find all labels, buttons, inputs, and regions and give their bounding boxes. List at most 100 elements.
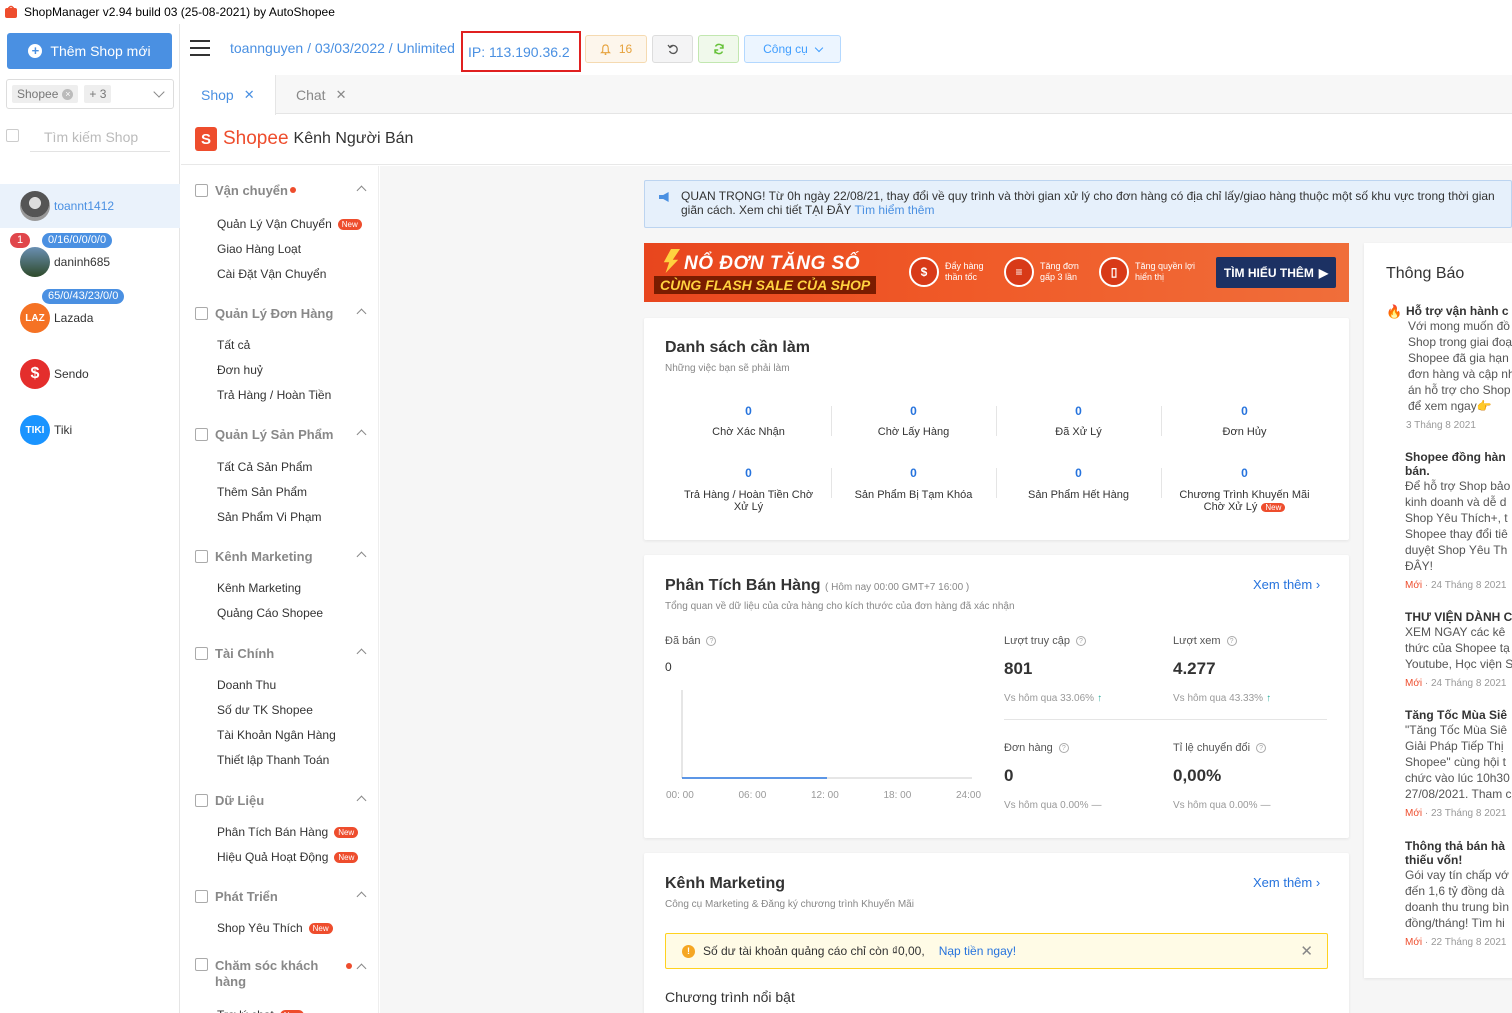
nav-group-header[interactable]: Dữ Liệu <box>195 790 367 810</box>
nav-item[interactable]: Kênh Marketing <box>217 581 301 595</box>
todo-item[interactable]: 0 Trả Hàng / Hoàn Tiền Chờ Xử Lý <box>666 466 831 513</box>
window-title: ShopManager v2.94 build 03 (25-08-2021) … <box>24 5 335 19</box>
nav-item[interactable]: Hiệu Quả Hoạt Động New <box>217 850 359 864</box>
nav-group-header[interactable]: Tài Chính <box>195 643 367 663</box>
todo-item[interactable]: 0 Đơn Hủy <box>1162 404 1327 438</box>
nav-item[interactable]: Doanh Thu <box>217 678 276 692</box>
account-item-toannt1412[interactable]: toannt1412 <box>0 184 180 228</box>
select-all-checkbox[interactable] <box>6 129 19 142</box>
nav-item[interactable]: Trợ lý chat New <box>217 1008 304 1013</box>
learn-more-button[interactable]: TÌM HIỂU THÊM ▶ <box>1216 257 1336 288</box>
chip-close-icon[interactable]: × <box>62 88 74 100</box>
marketing-card: Kênh Marketing Công cụ Marketing & Đăng … <box>644 853 1349 1013</box>
nav-item[interactable]: Số dư TK Shopee <box>217 703 313 717</box>
nav-group-header[interactable]: Vận chuyển <box>195 180 367 200</box>
tools-dropdown[interactable]: Công cụ <box>744 35 841 63</box>
close-icon[interactable]: ✕ <box>1300 942 1313 960</box>
nav-item[interactable]: Tài Khoản Ngân Hàng <box>217 728 336 742</box>
metric-value: 4.277 <box>1173 659 1216 678</box>
nav-item-label: Số dư TK Shopee <box>217 703 313 717</box>
window-title-bar: ShopManager v2.94 build 03 (25-08-2021) … <box>0 0 1512 24</box>
help-icon[interactable]: ? <box>1058 743 1069 754</box>
nav-group-header[interactable]: Quản Lý Đơn Hàng <box>195 303 367 323</box>
announcement-body-line: kinh doanh và dễ d <box>1405 495 1507 509</box>
todo-item[interactable]: 0 Sản Phẩm Bị Tạm Khóa <box>831 466 996 501</box>
announcement-item[interactable]: THƯ VIỆN DÀNH C XEM NGAY các kê thức của S… <box>1405 610 1512 692</box>
tab-chat[interactable]: Chat ✕ <box>276 75 366 114</box>
chevron-up-icon[interactable] <box>356 429 367 440</box>
nav-item[interactable]: Tất cả <box>217 338 250 352</box>
announcement-body-line: Youtube, Học viện S <box>1405 657 1512 671</box>
platform-select[interactable]: Shopee × + 3 <box>6 79 174 109</box>
help-icon[interactable]: ? <box>1226 636 1237 647</box>
help-icon[interactable]: ? <box>706 636 717 647</box>
nav-item[interactable]: Sản Phẩm Vi Phạm <box>217 510 322 524</box>
todo-desc: Những việc bạn sẽ phải làm <box>665 363 790 374</box>
tab-shop[interactable]: Shop ✕ <box>181 75 276 115</box>
nav-item[interactable]: Quảng Cáo Shopee <box>217 606 323 620</box>
chevron-up-icon[interactable] <box>356 551 367 562</box>
notice-link[interactable]: Tìm hiểm thêm <box>854 203 934 217</box>
metric-compare-text: Vs hôm qua 33.06% <box>1004 693 1095 704</box>
nav-item[interactable]: Phân Tích Bán Hàng New <box>217 825 359 839</box>
account-item-daninh685[interactable]: daninh685 <box>0 240 180 284</box>
chevron-up-icon[interactable] <box>356 185 367 196</box>
nav-group-header[interactable]: Kênh Marketing <box>195 546 367 566</box>
nav-item[interactable]: Tất Cả Sản Phẩm <box>217 460 312 474</box>
close-icon[interactable]: ✕ <box>336 87 347 103</box>
close-icon[interactable]: ✕ <box>244 87 255 103</box>
nav-group-title: Kênh Marketing <box>215 548 313 564</box>
announcement-item[interactable]: Thông thả bán hà thiếu vốn! Gói vay tín c… <box>1405 839 1512 951</box>
chevron-up-icon[interactable] <box>356 795 367 806</box>
todo-item[interactable]: 0 Sản Phẩm Hết Hàng <box>996 466 1161 501</box>
platform-chip[interactable]: Shopee × <box>12 85 79 103</box>
nav-group-header[interactable]: Chăm sóc khách hàng <box>195 958 367 992</box>
notifications-button[interactable]: 16 <box>585 35 647 63</box>
menu-icon[interactable] <box>190 40 210 56</box>
nav-item[interactable]: Cài Đặt Vận Chuyển <box>217 267 326 281</box>
nav-item[interactable]: Đơn huỷ <box>217 363 263 377</box>
chevron-up-icon[interactable] <box>356 308 367 319</box>
announcement-item[interactable]: Tăng Tốc Mùa Siê "Tăng Tốc Mùa Siê Giải Ph… <box>1405 708 1512 822</box>
announcement-item[interactable]: Hỗ trợ vận hành c Với mong muốn đồ Shop tr… <box>1406 304 1512 434</box>
help-icon[interactable]: ? <box>1256 743 1267 754</box>
add-shop-button[interactable]: + Thêm Shop mới <box>7 33 172 69</box>
todo-item[interactable]: 0 Chờ Lấy Hàng <box>831 404 996 438</box>
nav-item[interactable]: Trả Hàng / Hoàn Tiền <box>217 388 331 402</box>
shopping-bag-icon: $ <box>909 257 939 287</box>
announcement-item[interactable]: Shopee đồng hàn bán. Để hỗ trợ Shop bảo ki… <box>1405 450 1512 594</box>
undo-button[interactable] <box>652 35 693 63</box>
account-item-tiki[interactable]: TIKI Tiki <box>0 408 180 452</box>
todo-item[interactable]: 0 Đã Xử Lý <box>996 404 1161 438</box>
marketing-more-link[interactable]: Xem thêm › <box>1253 875 1320 890</box>
nav-group-icon <box>195 183 208 197</box>
shopee-logo-icon[interactable]: S <box>195 127 217 151</box>
nav-group-header[interactable]: Phát Triển <box>195 886 367 906</box>
chevron-down-icon[interactable] <box>153 86 165 98</box>
nav-group-icon <box>195 427 208 441</box>
nav-item[interactable]: Thiết lập Thanh Toán <box>217 753 329 767</box>
nav-item[interactable]: Giao Hàng Loạt <box>217 242 301 256</box>
chevron-up-icon[interactable] <box>356 963 367 974</box>
account-item-lazada[interactable]: LAZ Lazada <box>0 296 180 340</box>
warning-icon: ! <box>682 944 695 958</box>
sales-more-link[interactable]: Xem thêm › <box>1253 577 1320 592</box>
todo-item[interactable]: 0 Chương Trình Khuyến Mãi Chờ Xử Lý New <box>1162 466 1327 513</box>
top-up-link[interactable]: Nạp tiền ngay! <box>939 944 1016 958</box>
nav-item[interactable]: Shop Yêu Thích New <box>217 921 333 935</box>
nav-group-header[interactable]: Quản Lý Sản Phẩm <box>195 424 367 444</box>
chevron-up-icon[interactable] <box>356 648 367 659</box>
metric-title-text: Tỉ lệ chuyển đổi <box>1173 742 1251 754</box>
account-item-sendo[interactable]: $ Sendo <box>0 352 180 396</box>
shop-search-input[interactable] <box>30 122 170 152</box>
shopee-brand[interactable]: Shopee <box>223 128 289 150</box>
nav-item[interactable]: Quản Lý Vận Chuyển New <box>217 217 362 231</box>
chevron-up-icon[interactable] <box>356 891 367 902</box>
help-icon[interactable]: ? <box>1075 636 1086 647</box>
announcement-date-text: 23 Tháng 8 2021 <box>1431 808 1507 819</box>
refresh-button[interactable] <box>698 35 739 63</box>
account-name: Tiki <box>54 423 73 437</box>
flash-sale-banner[interactable]: NỔ ĐƠN TĂNG SỐ CÙNG FLASH SALE CỦA SHOP … <box>644 243 1349 302</box>
nav-item[interactable]: Thêm Sản Phẩm <box>217 485 307 499</box>
todo-item[interactable]: 0 Chờ Xác Nhận <box>666 404 831 438</box>
